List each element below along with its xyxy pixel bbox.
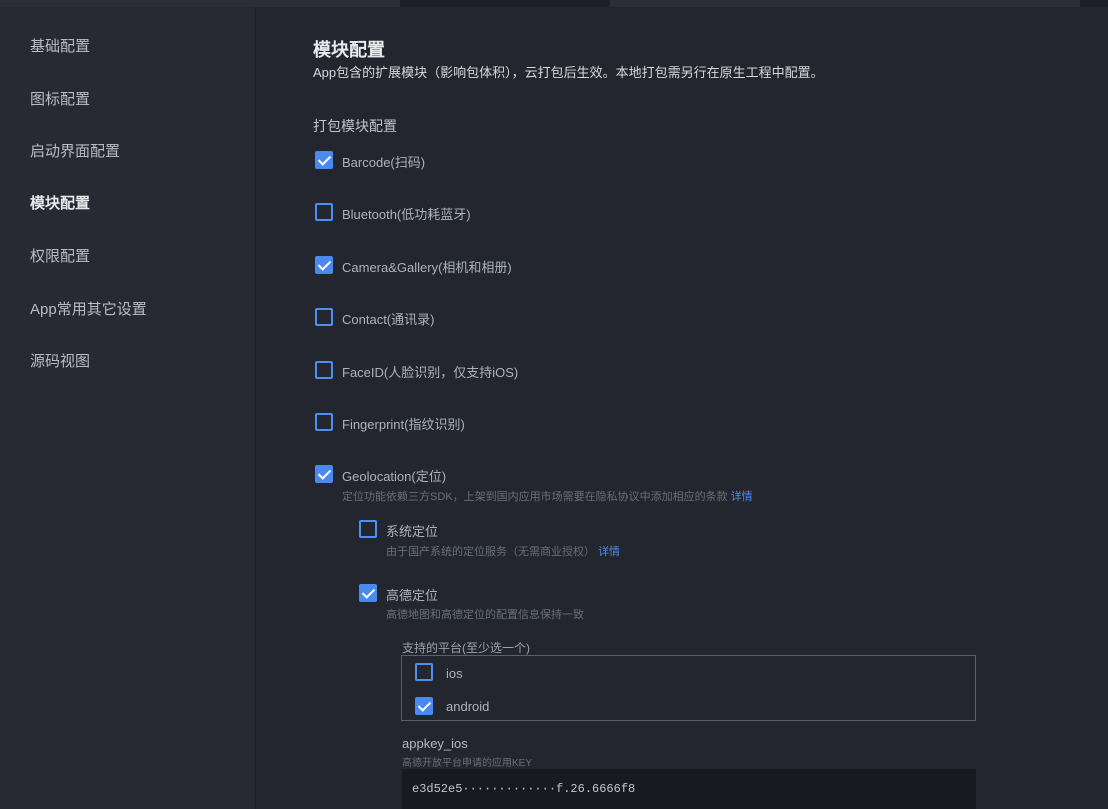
- sidebar-nav: 基础配置 图标配置 启动界面配置 模块配置 权限配置 App常用其它设置 源码视…: [0, 7, 256, 809]
- contact-checkbox[interactable]: [315, 308, 333, 326]
- barcode-checkbox[interactable]: [315, 151, 333, 169]
- sidebar-item-icon[interactable]: 图标配置: [30, 88, 90, 109]
- appkey-ios-label: appkey_ios: [402, 736, 468, 751]
- page-title: 模块配置: [313, 40, 385, 60]
- system-location-hint: 由于国产系统的定位服务（无需商业授权） 详情: [386, 543, 620, 559]
- geolocation-hint-text: 定位功能依赖三方SDK，上架到国内应用市场需要在隐私协议中添加相应的条款: [342, 491, 728, 503]
- contact-label[interactable]: Contact(通讯录): [342, 309, 434, 328]
- bluetooth-checkbox[interactable]: [315, 203, 333, 221]
- platform-group-label: 支持的平台(至少选一个): [402, 641, 530, 655]
- tab-segment[interactable]: [0, 0, 400, 7]
- sidebar-item-basic[interactable]: 基础配置: [30, 35, 90, 56]
- android-checkbox[interactable]: [415, 697, 433, 715]
- sidebar-item-modules[interactable]: 模块配置: [30, 192, 90, 213]
- geolocation-details-link[interactable]: 详情: [731, 491, 753, 503]
- system-location-checkbox[interactable]: [359, 520, 377, 538]
- geolocation-hint: 定位功能依赖三方SDK，上架到国内应用市场需要在隐私协议中添加相应的条款 详情: [342, 488, 753, 504]
- sidebar-item-other-settings[interactable]: App常用其它设置: [30, 298, 147, 319]
- gaode-location-checkbox[interactable]: [359, 584, 377, 602]
- bluetooth-label[interactable]: Bluetooth(低功耗蓝牙): [342, 204, 471, 223]
- android-label[interactable]: android: [446, 699, 489, 714]
- geolocation-label[interactable]: Geolocation(定位): [342, 466, 446, 485]
- gaode-location-label[interactable]: 高德定位: [386, 585, 438, 604]
- ios-checkbox[interactable]: [415, 663, 433, 681]
- sidebar-item-splash[interactable]: 启动界面配置: [30, 140, 120, 161]
- main-content: 模块配置 App包含的扩展模块（影响包体积），云打包后生效。本地打包需另行在原生…: [256, 7, 1108, 809]
- page-description: App包含的扩展模块（影响包体积），云打包后生效。本地打包需另行在原生工程中配置…: [313, 65, 824, 80]
- appkey-ios-input[interactable]: [402, 769, 976, 809]
- faceid-label[interactable]: FaceID(人脸识别，仅支持iOS): [342, 362, 518, 381]
- appkey-ios-hint: 高德开放平台申请的应用KEY: [402, 758, 533, 769]
- sidebar-item-permissions[interactable]: 权限配置: [30, 245, 90, 266]
- geolocation-checkbox[interactable]: [315, 465, 333, 483]
- camera-gallery-checkbox[interactable]: [315, 256, 333, 274]
- top-tab-bar: [0, 0, 1108, 7]
- gaode-location-hint: 高德地图和高德定位的配置信息保持一致: [386, 609, 584, 621]
- camera-gallery-label[interactable]: Camera&Gallery(相机和相册): [342, 257, 512, 276]
- system-location-details-link[interactable]: 详情: [598, 546, 620, 558]
- system-location-label[interactable]: 系统定位: [386, 521, 438, 540]
- section-title: 打包模块配置: [313, 118, 397, 134]
- fingerprint-label[interactable]: Fingerprint(指纹识别): [342, 414, 465, 433]
- system-location-hint-text: 由于国产系统的定位服务（无需商业授权）: [386, 546, 595, 558]
- fingerprint-checkbox[interactable]: [315, 413, 333, 431]
- tab-segment[interactable]: [610, 0, 1080, 7]
- sidebar-item-source-view[interactable]: 源码视图: [30, 350, 90, 371]
- barcode-label[interactable]: Barcode(扫码): [342, 152, 425, 171]
- faceid-checkbox[interactable]: [315, 361, 333, 379]
- ios-label[interactable]: ios: [446, 666, 463, 681]
